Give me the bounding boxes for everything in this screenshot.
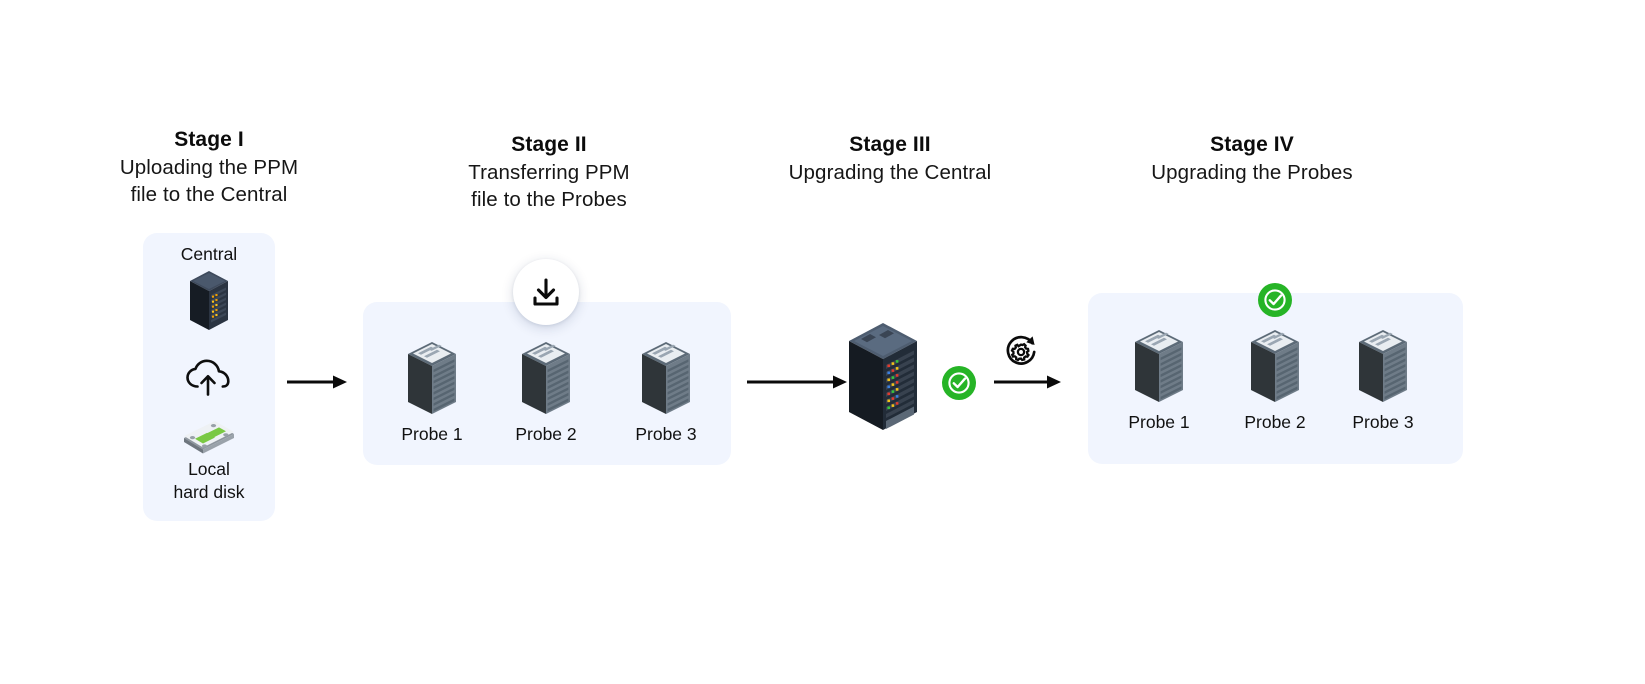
stage-subtitle-3-line1: Upgrading the Central	[788, 160, 992, 184]
stage-title-3: Stage III	[849, 133, 931, 156]
check-circle-icon-stage4	[1258, 283, 1292, 317]
stage-title-1: Stage I	[174, 128, 244, 151]
stage-subtitle-2-line1: Transferring PPM	[468, 160, 630, 184]
probe-item-s2-3: Probe 3	[618, 332, 714, 445]
download-badge[interactable]	[513, 259, 579, 325]
central-server-icon	[845, 313, 921, 440]
stage-subtitle-4-line1: Upgrading the Probes	[1151, 160, 1353, 184]
diagram-canvas: Stage I Uploading the PPM file to the Ce…	[0, 0, 1645, 684]
probe-rack-icon	[1111, 320, 1207, 408]
probe-item-s4-3: Probe 3	[1335, 320, 1431, 433]
cloud-upload-icon	[184, 358, 234, 398]
check-circle-icon-stage3	[942, 366, 976, 400]
arrow-stage3-to-stage4	[994, 371, 1061, 393]
stage-heading-2: Stage II Transferring PPM file to the Pr…	[404, 131, 694, 213]
local-hard-disk-label-line2: hard disk	[173, 481, 245, 502]
local-hard-disk-label: Local hard disk	[143, 458, 275, 504]
central-server-icon	[186, 268, 232, 334]
probe-label: Probe 3	[635, 424, 697, 444]
probe-rack-icon	[498, 332, 594, 420]
stage-heading-1: Stage I Uploading the PPM file to the Ce…	[66, 126, 352, 208]
probe-item-s4-1: Probe 1	[1111, 320, 1207, 433]
probe-rack-icon	[1335, 320, 1431, 408]
probe-label: Probe 2	[515, 424, 577, 444]
probe-label: Probe 2	[1244, 412, 1306, 432]
download-icon	[533, 278, 559, 306]
arrow-stage2-to-stage3	[747, 371, 847, 393]
probe-rack-icon	[384, 332, 480, 420]
stage-subtitle-1-line2: file to the Central	[130, 182, 288, 206]
probe-rack-icon	[618, 332, 714, 420]
stage-subtitle-1-line1: Uploading the PPM	[119, 155, 299, 179]
stage-heading-3: Stage III Upgrading the Central	[745, 131, 1035, 186]
hard-disk-icon	[181, 415, 237, 457]
stage-subtitle-2-line2: file to the Probes	[471, 187, 627, 211]
stage-title-4: Stage IV	[1210, 133, 1294, 156]
upgrade-refresh-gear-icon	[1001, 332, 1041, 372]
arrow-stage1-to-stage2	[287, 371, 347, 393]
stage-title-2: Stage II	[511, 133, 587, 156]
central-label: Central	[180, 244, 238, 264]
probe-item-s2-1: Probe 1	[384, 332, 480, 445]
probe-label: Probe 3	[1352, 412, 1414, 432]
probe-item-s4-2: Probe 2	[1227, 320, 1323, 433]
probe-item-s2-2: Probe 2	[498, 332, 594, 445]
stage-heading-4: Stage IV Upgrading the Probes	[1107, 131, 1397, 186]
local-hard-disk-label-line1: Local	[188, 459, 230, 479]
probe-label: Probe 1	[401, 424, 463, 444]
probe-label: Probe 1	[1128, 412, 1190, 432]
probe-rack-icon	[1227, 320, 1323, 408]
